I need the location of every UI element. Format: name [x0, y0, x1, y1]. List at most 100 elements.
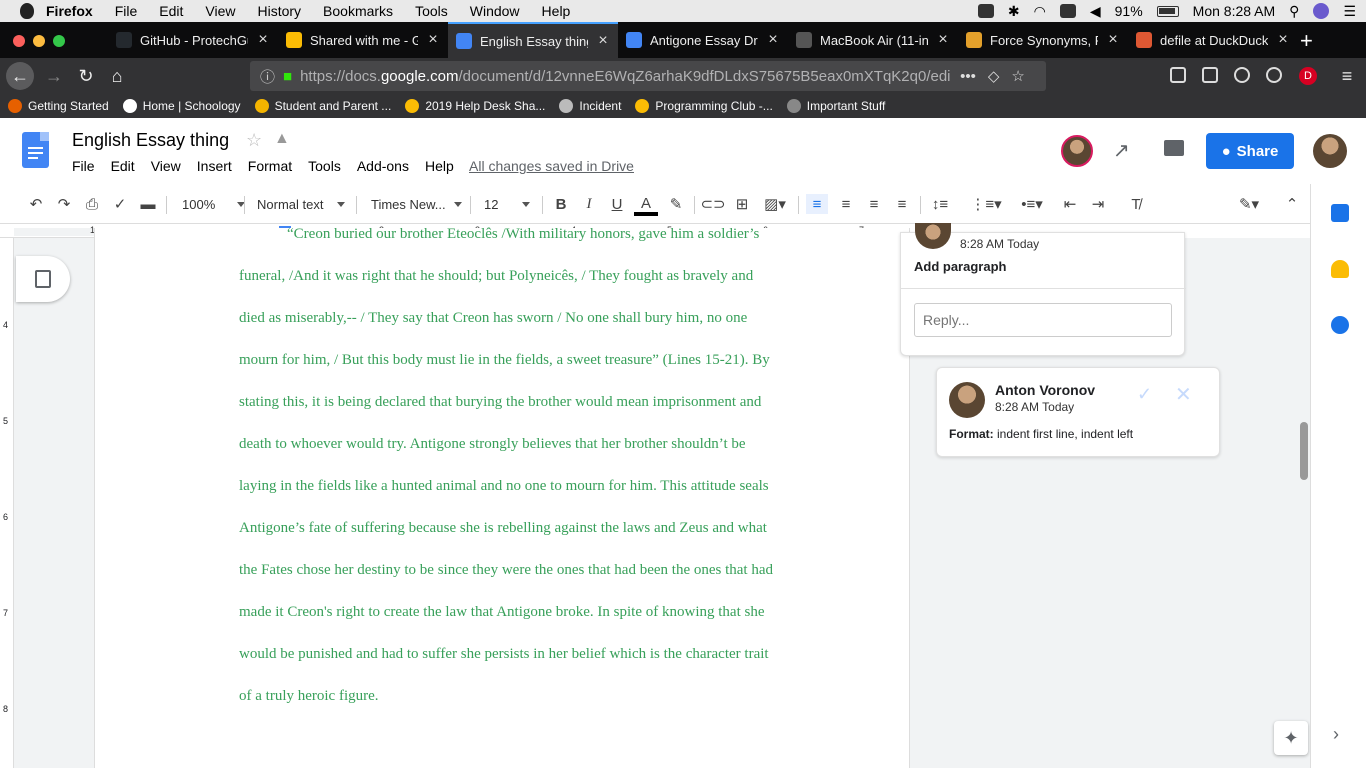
zoom-select[interactable]: 100% [182, 194, 246, 214]
airplay-icon[interactable] [1059, 4, 1076, 18]
undo-icon[interactable]: ↶ [26, 194, 46, 214]
spotlight-icon[interactable]: ⚲ [1289, 3, 1299, 20]
spellcheck-icon[interactable]: ✓ [110, 194, 130, 214]
wifi-icon[interactable]: ◠ [1034, 3, 1046, 20]
font-size-select[interactable]: 12 [484, 194, 531, 214]
style-select[interactable]: Normal text [257, 194, 346, 214]
print-icon[interactable]: ⎙ [82, 194, 102, 214]
star-icon[interactable]: ☆ [246, 130, 262, 151]
underline-button[interactable]: U [608, 194, 626, 214]
paint-format-icon[interactable]: ▬ [138, 194, 158, 214]
tab-close-icon[interactable]: × [1106, 31, 1120, 49]
link-icon[interactable]: ⊂⊃ [700, 194, 725, 214]
docs-menu-view[interactable]: View [151, 158, 181, 174]
reload-button[interactable]: ↻ [72, 62, 100, 90]
numbered-list-icon[interactable]: ⋮≡▾ [968, 194, 1004, 214]
browser-tab[interactable]: GitHub - ProtechGuru × [108, 22, 278, 58]
new-tab-button[interactable]: + [1300, 28, 1313, 54]
user-avatar[interactable] [1313, 134, 1347, 168]
tasks-icon[interactable] [1331, 316, 1349, 334]
tab-close-icon[interactable]: × [936, 31, 950, 49]
volume-icon[interactable]: ◀ [1090, 3, 1101, 20]
bulleted-list-icon[interactable]: •≡▾ [1014, 194, 1050, 214]
tab-close-icon[interactable]: × [426, 31, 440, 49]
app-menu[interactable]: Firefox [46, 3, 93, 19]
tab-close-icon[interactable]: × [1276, 31, 1290, 49]
reject-suggestion-icon[interactable]: ✕ [1175, 382, 1192, 407]
menu-tools[interactable]: Tools [415, 3, 448, 19]
keep-icon[interactable] [1331, 260, 1349, 278]
share-button[interactable]: ● Share [1206, 133, 1294, 169]
insert-comment-icon[interactable]: ⊞ [732, 194, 752, 214]
docs-menu-help[interactable]: Help [425, 158, 454, 174]
activity-trend-icon[interactable]: ↗ [1113, 138, 1130, 163]
profile-badge[interactable]: D [1299, 67, 1317, 85]
docs-menu-insert[interactable]: Insert [197, 158, 232, 174]
browser-tab[interactable]: Force Synonyms, Force × [958, 22, 1128, 58]
info-icon[interactable]: ⓘ [260, 66, 275, 87]
align-center-icon[interactable]: ≡ [836, 194, 856, 214]
bold-button[interactable]: B [552, 194, 570, 214]
menu-file[interactable]: File [115, 3, 138, 19]
docs-menu-format[interactable]: Format [248, 158, 292, 174]
calendar-icon[interactable] [1331, 204, 1349, 222]
font-select[interactable]: Times New... [371, 194, 462, 214]
back-button[interactable]: ← [6, 62, 34, 90]
close-window-button[interactable] [13, 35, 25, 47]
sidebar-icon[interactable] [1202, 67, 1218, 83]
text-color-button[interactable]: A [634, 194, 658, 216]
pocket-icon[interactable]: ◇ [988, 67, 1000, 85]
browser-tab[interactable]: defile at DuckDuckGo × [1128, 22, 1298, 58]
document-page[interactable]: “Creon buried our brother Eteoclês /With… [94, 226, 910, 768]
editing-mode-icon[interactable]: ✎▾ [1232, 194, 1266, 214]
siri-icon[interactable] [1313, 3, 1330, 19]
align-left-icon[interactable]: ≡ [806, 194, 828, 214]
highlight-icon[interactable]: ✎ [666, 194, 686, 214]
zoom-window-button[interactable] [53, 35, 65, 47]
save-status[interactable]: All changes saved in Drive [469, 158, 634, 174]
suggestion-card[interactable]: Anton Voronov 8:28 AM Today ✓ ✕ Format: … [936, 367, 1220, 457]
bluetooth-icon[interactable]: ✱ [1008, 3, 1020, 20]
bookmark-item[interactable]: Student and Parent ... [247, 99, 398, 113]
clear-formatting-icon[interactable]: T̸ [1126, 194, 1146, 214]
menu-window[interactable]: Window [470, 3, 520, 19]
minimize-window-button[interactable] [33, 35, 45, 47]
decrease-indent-icon[interactable]: ⇤ [1060, 194, 1080, 214]
bookmark-item[interactable]: Getting Started [0, 99, 115, 113]
forward-button[interactable]: → [40, 62, 68, 90]
document-title[interactable]: English Essay thing [72, 130, 229, 151]
increase-indent-icon[interactable]: ⇥ [1088, 194, 1108, 214]
menu-edit[interactable]: Edit [159, 3, 183, 19]
collaborator-avatar[interactable] [1061, 135, 1093, 167]
line-spacing-icon[interactable]: ↕≡ [930, 194, 950, 214]
reply-input[interactable] [914, 303, 1172, 337]
bookmark-item[interactable]: Home | Schoology [115, 99, 247, 113]
menu-bookmarks[interactable]: Bookmarks [323, 3, 393, 19]
docs-menu-addons[interactable]: Add-ons [357, 158, 409, 174]
comment-thread[interactable]: 8:28 AM Today Add paragraph [900, 223, 1186, 356]
tab-close-icon[interactable]: × [766, 31, 780, 49]
extension-icon[interactable] [1266, 67, 1282, 83]
account-icon[interactable] [1234, 67, 1250, 83]
document-outline-button[interactable] [16, 256, 70, 302]
hamburger-menu-icon[interactable]: ≡ [1333, 62, 1361, 90]
menu-view[interactable]: View [205, 3, 235, 19]
redo-icon[interactable]: ↷ [54, 194, 74, 214]
box-icon[interactable] [977, 4, 994, 18]
bookmark-item[interactable]: Incident [551, 99, 627, 113]
comments-icon[interactable] [1164, 140, 1184, 156]
docs-menu-edit[interactable]: Edit [111, 158, 135, 174]
menu-history[interactable]: History [257, 3, 301, 19]
browser-tab[interactable]: English Essay thing - Google Docs × [448, 22, 618, 58]
clock[interactable]: Mon 8:28 AM [1193, 3, 1276, 19]
align-justify-icon[interactable]: ≡ [892, 194, 912, 214]
bookmark-item[interactable]: 2019 Help Desk Sha... [397, 99, 551, 113]
align-right-icon[interactable]: ≡ [864, 194, 884, 214]
italic-button[interactable]: I [580, 194, 598, 214]
page-actions-icon[interactable]: ••• [960, 68, 976, 85]
bookmark-item[interactable]: Programming Club -... [627, 99, 778, 113]
bookmark-star-icon[interactable]: ☆ [1011, 67, 1024, 85]
insert-image-icon[interactable]: ▨▾ [760, 194, 790, 214]
explore-icon[interactable]: ✦ [1274, 721, 1308, 755]
tab-close-icon[interactable]: × [256, 31, 270, 49]
